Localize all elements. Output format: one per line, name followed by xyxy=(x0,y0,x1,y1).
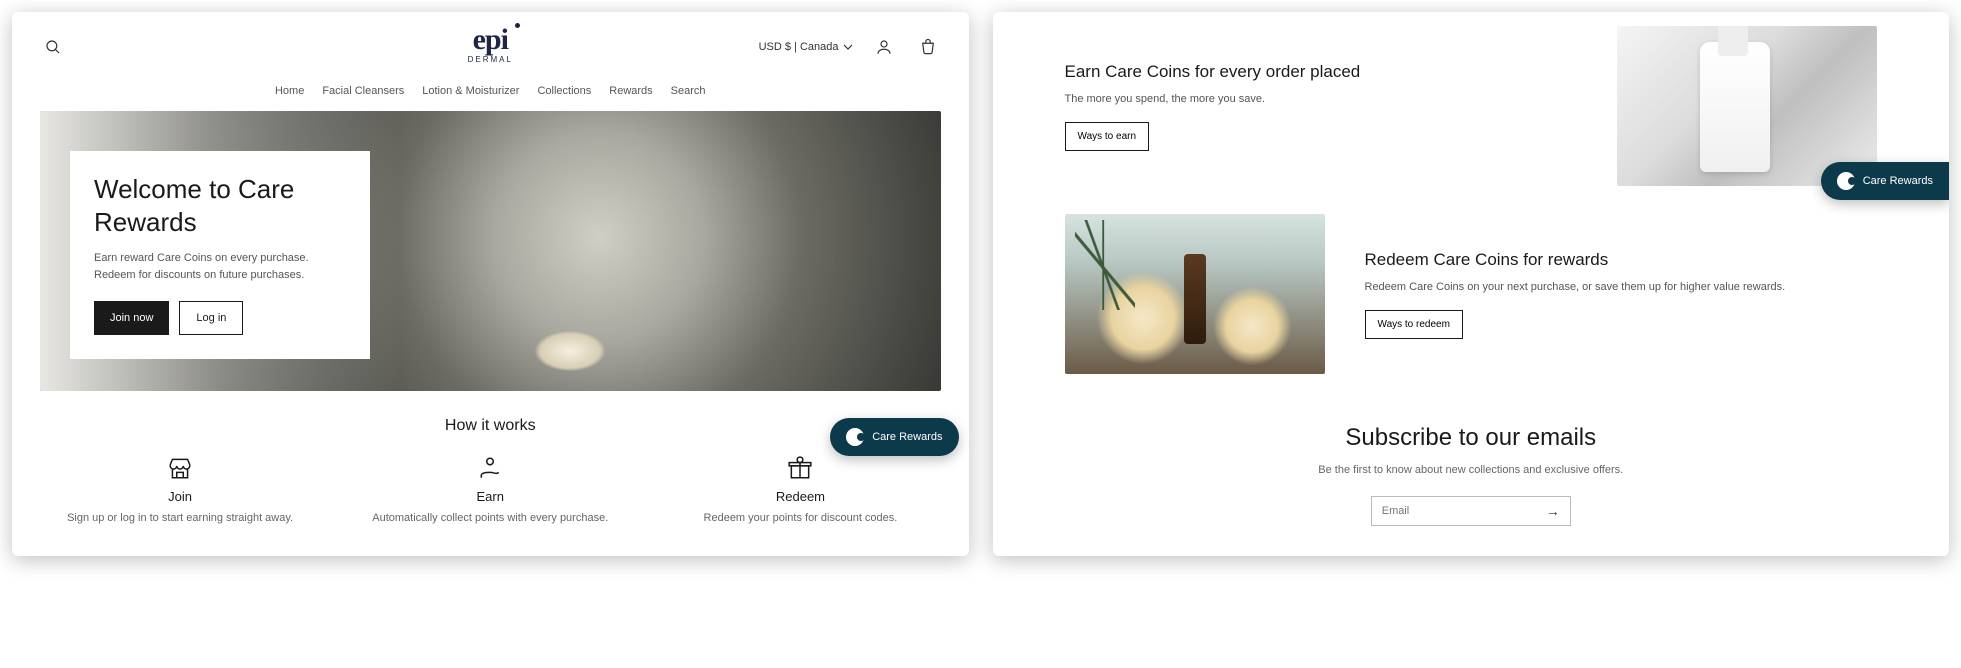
ways-to-earn-button[interactable]: Ways to earn xyxy=(1065,122,1150,151)
email-form: → xyxy=(1371,496,1571,526)
redeem-body: Redeem Care Coins on your next purchase,… xyxy=(1365,279,1878,296)
cart-icon[interactable] xyxy=(915,34,941,60)
login-button[interactable]: Log in xyxy=(179,301,243,335)
hero-card: Welcome to Care Rewards Earn reward Care… xyxy=(70,151,370,359)
how-col-earn: Earn Automatically collect points with e… xyxy=(350,455,630,527)
search-icon[interactable] xyxy=(40,34,66,60)
redeem-image xyxy=(1065,214,1325,374)
storefront-top-view: epi DERMAL USD $ | Canada Home Facial Cl xyxy=(12,12,969,556)
rewards-launcher-icon xyxy=(846,428,864,446)
chevron-down-icon xyxy=(843,42,853,52)
account-icon[interactable] xyxy=(871,34,897,60)
subscribe-title: Subscribe to our emails xyxy=(1013,424,1930,452)
hand-coin-icon xyxy=(350,455,630,481)
locale-selector[interactable]: USD $ | Canada xyxy=(759,41,853,53)
rewards-launcher[interactable]: Care Rewards xyxy=(1821,162,1949,200)
rewards-launcher-icon xyxy=(1837,172,1855,190)
how-title: How it works xyxy=(40,417,941,435)
earn-section: Earn Care Coins for every order placed T… xyxy=(993,12,1950,200)
rewards-launcher-label: Care Rewards xyxy=(872,431,942,443)
site-header: epi DERMAL USD $ | Canada xyxy=(12,12,969,75)
how-col-redeem: Redeem Redeem your points for discount c… xyxy=(660,455,940,527)
redeem-title: Redeem Care Coins for rewards xyxy=(1365,249,1878,271)
hero-body: Earn reward Care Coins on every purchase… xyxy=(94,250,346,283)
how-col-title: Join xyxy=(40,489,320,504)
how-col-body: Sign up or log in to start earning strai… xyxy=(40,510,320,527)
nav-item[interactable]: Lotion & Moisturizer xyxy=(422,85,519,97)
ways-to-redeem-button[interactable]: Ways to redeem xyxy=(1365,310,1463,339)
nav-item[interactable]: Collections xyxy=(537,85,591,97)
nav-item[interactable]: Facial Cleansers xyxy=(322,85,404,97)
join-button[interactable]: Join now xyxy=(94,301,169,335)
how-col-title: Earn xyxy=(350,489,630,504)
how-col-body: Redeem your points for discount codes. xyxy=(660,510,940,527)
earn-body: The more you spend, the more you save. xyxy=(1065,91,1578,108)
how-col-title: Redeem xyxy=(660,489,940,504)
storefront-lower-view: Earn Care Coins for every order placed T… xyxy=(993,12,1950,556)
redeem-section: Redeem Care Coins for rewards Redeem Car… xyxy=(993,200,1950,388)
hero-title: Welcome to Care Rewards xyxy=(94,173,346,238)
email-field[interactable] xyxy=(1372,497,1536,525)
subscribe-section: Subscribe to our emails Be the first to … xyxy=(993,388,1950,556)
nav-item[interactable]: Home xyxy=(275,85,304,97)
primary-nav: Home Facial Cleansers Lotion & Moisturiz… xyxy=(12,75,969,111)
subscribe-body: Be the first to know about new collectio… xyxy=(1013,464,1930,476)
how-col-body: Automatically collect points with every … xyxy=(350,510,630,527)
rewards-launcher-label: Care Rewards xyxy=(1863,175,1933,187)
rewards-launcher[interactable]: Care Rewards xyxy=(830,418,958,456)
nav-item[interactable]: Search xyxy=(671,85,706,97)
nav-item[interactable]: Rewards xyxy=(609,85,652,97)
email-submit-button[interactable]: → xyxy=(1536,503,1570,519)
hero-banner: Welcome to Care Rewards Earn reward Care… xyxy=(40,111,941,391)
how-it-works-section: How it works Join Sign up or log in to s… xyxy=(12,407,969,545)
earn-title: Earn Care Coins for every order placed xyxy=(1065,61,1578,83)
brand-logo[interactable]: epi DERMAL xyxy=(468,26,513,64)
how-col-join: Join Sign up or log in to start earning … xyxy=(40,455,320,527)
storefront-icon xyxy=(40,455,320,481)
gift-icon xyxy=(660,455,940,481)
